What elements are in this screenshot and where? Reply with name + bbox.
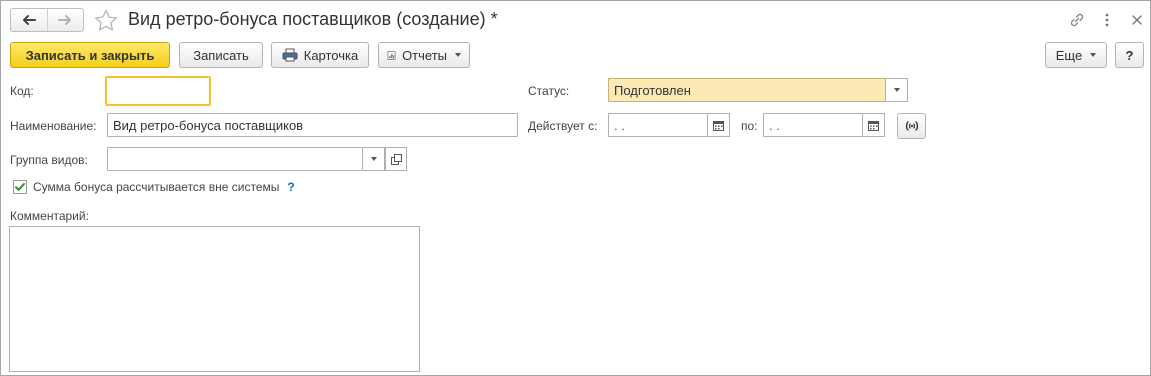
name-input[interactable]: Вид ретро-бонуса поставщиков (107, 113, 518, 137)
close-icon[interactable] (1129, 11, 1145, 32)
group-dropdown-button[interactable] (363, 147, 385, 171)
group-select (107, 147, 407, 171)
bonus-checkbox-label[interactable]: Сумма бонуса рассчитывается вне системы (33, 180, 279, 194)
period-select-button[interactable] (897, 113, 926, 139)
arrow-left-icon (22, 15, 36, 25)
valid-from-date: . . (608, 113, 730, 137)
valid-to-calendar-button[interactable] (863, 113, 885, 137)
valid-from-label: Действует с: (528, 119, 598, 133)
valid-to-label: по: (741, 119, 758, 133)
favorite-star-icon[interactable] (94, 9, 118, 35)
valid-to-input[interactable]: . . (763, 113, 863, 137)
navigation-group (10, 8, 84, 32)
comment-label: Комментарий: (10, 209, 89, 223)
valid-from-calendar-button[interactable] (708, 113, 730, 137)
card-button[interactable]: Карточка (271, 42, 369, 68)
code-input[interactable] (105, 76, 211, 106)
window-title: Вид ретро-бонуса поставщиков (создание) … (128, 9, 498, 29)
save-and-close-button[interactable]: Записать и закрыть (10, 42, 170, 68)
group-input[interactable] (107, 147, 363, 171)
save-label: Записать (193, 47, 249, 63)
more-label: Еще (1055, 47, 1083, 63)
status-select: Подготовлен (608, 78, 908, 102)
help-label: ? (1125, 47, 1134, 63)
back-button[interactable] (11, 9, 47, 31)
chevron-down-icon (370, 157, 377, 161)
calendar-icon (713, 120, 724, 131)
calendar-icon (868, 120, 879, 131)
reports-label: Отчеты (402, 47, 447, 63)
status-dropdown-button[interactable] (886, 78, 908, 102)
valid-from-input[interactable]: . . (608, 113, 708, 137)
name-label: Наименование: (10, 119, 97, 133)
comment-textarea[interactable] (9, 226, 420, 372)
period-icon (905, 121, 918, 131)
bonus-checkbox-row: Сумма бонуса рассчитывается вне системы … (13, 180, 295, 194)
form-window: Вид ретро-бонуса поставщиков (создание) … (0, 0, 1151, 376)
more-vertical-icon[interactable] (1102, 11, 1112, 32)
valid-to-date: . . (763, 113, 885, 137)
printer-icon (282, 48, 298, 62)
help-button[interactable]: ? (1115, 42, 1144, 68)
save-button[interactable]: Записать (179, 42, 263, 68)
code-label: Код: (10, 84, 34, 98)
checkmark-icon (15, 183, 25, 191)
chevron-down-icon (1090, 53, 1097, 57)
status-label: Статус: (528, 84, 570, 98)
save-and-close-label: Записать и закрыть (25, 47, 155, 63)
group-open-button[interactable] (385, 147, 407, 171)
bonus-checkbox[interactable] (13, 180, 27, 194)
reports-button[interactable]: Отчеты (378, 42, 470, 68)
status-input[interactable]: Подготовлен (608, 78, 886, 102)
group-label: Группа видов: (10, 153, 88, 167)
link-icon[interactable] (1068, 11, 1086, 32)
open-form-icon (390, 153, 402, 165)
chevron-down-icon (455, 53, 461, 57)
bonus-help-link[interactable]: ? (287, 180, 294, 194)
forward-button[interactable] (46, 9, 84, 31)
card-label: Карточка (303, 47, 359, 63)
arrow-right-icon (58, 15, 72, 25)
more-button[interactable]: Еще (1045, 42, 1107, 68)
chevron-down-icon (893, 88, 900, 92)
report-icon (387, 50, 396, 60)
